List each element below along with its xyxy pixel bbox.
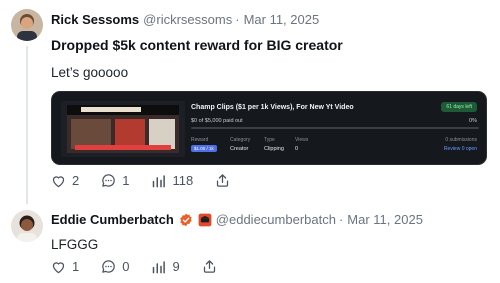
separator: ·: [338, 212, 344, 227]
views-icon: [153, 174, 166, 187]
category-label: Category: [230, 137, 251, 143]
thread-line: [26, 46, 28, 204]
reward-label: Reward: [191, 137, 209, 143]
like-button[interactable]: 1: [51, 259, 79, 274]
verified-icon: [179, 213, 193, 227]
post-header: Rick Sessoms @rickrsessoms · Mar 11, 202…: [51, 12, 319, 27]
post-title: Dropped $5k content reward for BIG creat…: [51, 37, 343, 53]
affiliate-badge-icon[interactable]: [198, 213, 212, 227]
share-icon: [203, 260, 215, 273]
views-button[interactable]: 118: [151, 173, 193, 188]
views-icon: [153, 260, 166, 273]
comment-icon: [102, 174, 116, 187]
days-left-badge: 61 days left: [441, 102, 477, 112]
post-date[interactable]: Mar 11, 2025: [244, 12, 320, 27]
post-body: Let’s gooooo: [51, 65, 129, 80]
campaign-thumbnail: [61, 101, 185, 157]
share-button[interactable]: [215, 173, 230, 188]
views-count: 118: [172, 173, 194, 188]
campaign-card[interactable]: Champ Clips ($1 per 1k Views), For New Y…: [51, 91, 487, 165]
type-value: Clipping: [264, 146, 284, 152]
author-handle[interactable]: @eddiecumberbatch: [216, 212, 336, 227]
comment-icon: [102, 260, 116, 273]
type-label: Type: [264, 137, 275, 143]
heart-icon: [52, 175, 65, 187]
post-actions: 1 0 9: [51, 259, 239, 274]
campaign-title: Champ Clips ($1 per 1k Views), For New Y…: [191, 104, 354, 111]
like-count: 1: [72, 259, 80, 274]
like-button[interactable]: 2: [51, 173, 79, 188]
share-icon: [217, 174, 229, 187]
comment-count: 1: [122, 173, 130, 188]
views-count: 9: [172, 259, 180, 274]
author-name[interactable]: Rick Sessoms: [51, 12, 139, 27]
submissions-count: 0 submissions: [445, 137, 477, 143]
views-label: Views: [295, 137, 309, 143]
post-date[interactable]: Mar 11, 2025: [347, 212, 423, 227]
post-header: Eddie Cumberbatch @eddiecumberbatch · Ma…: [51, 212, 423, 227]
heart-icon: [52, 261, 65, 273]
post-body: LFGGG: [51, 237, 99, 252]
views-button[interactable]: 9: [151, 259, 180, 274]
views-value: 0: [295, 146, 299, 152]
paid-out-text: $0 of $5,000 paid out: [191, 118, 243, 124]
review-link[interactable]: Review 0 open: [444, 146, 477, 152]
comment-button[interactable]: 1: [101, 173, 129, 188]
comment-button[interactable]: 0: [101, 259, 129, 274]
avatar-eddie[interactable]: [11, 210, 43, 242]
author-name[interactable]: Eddie Cumberbatch: [51, 212, 174, 227]
like-count: 2: [72, 173, 80, 188]
share-button[interactable]: [202, 259, 217, 274]
separator: ·: [235, 12, 240, 27]
author-handle[interactable]: @rickrsessoms: [143, 12, 232, 27]
paid-percent: 0%: [469, 118, 477, 124]
comment-count: 0: [122, 259, 130, 274]
paid-progress-bar: [191, 127, 479, 129]
post-actions: 2 1 118: [51, 173, 252, 188]
category-value: Creator: [230, 146, 249, 152]
avatar-rick[interactable]: [11, 9, 43, 41]
reward-value: $1.00 / 1k: [191, 145, 217, 152]
